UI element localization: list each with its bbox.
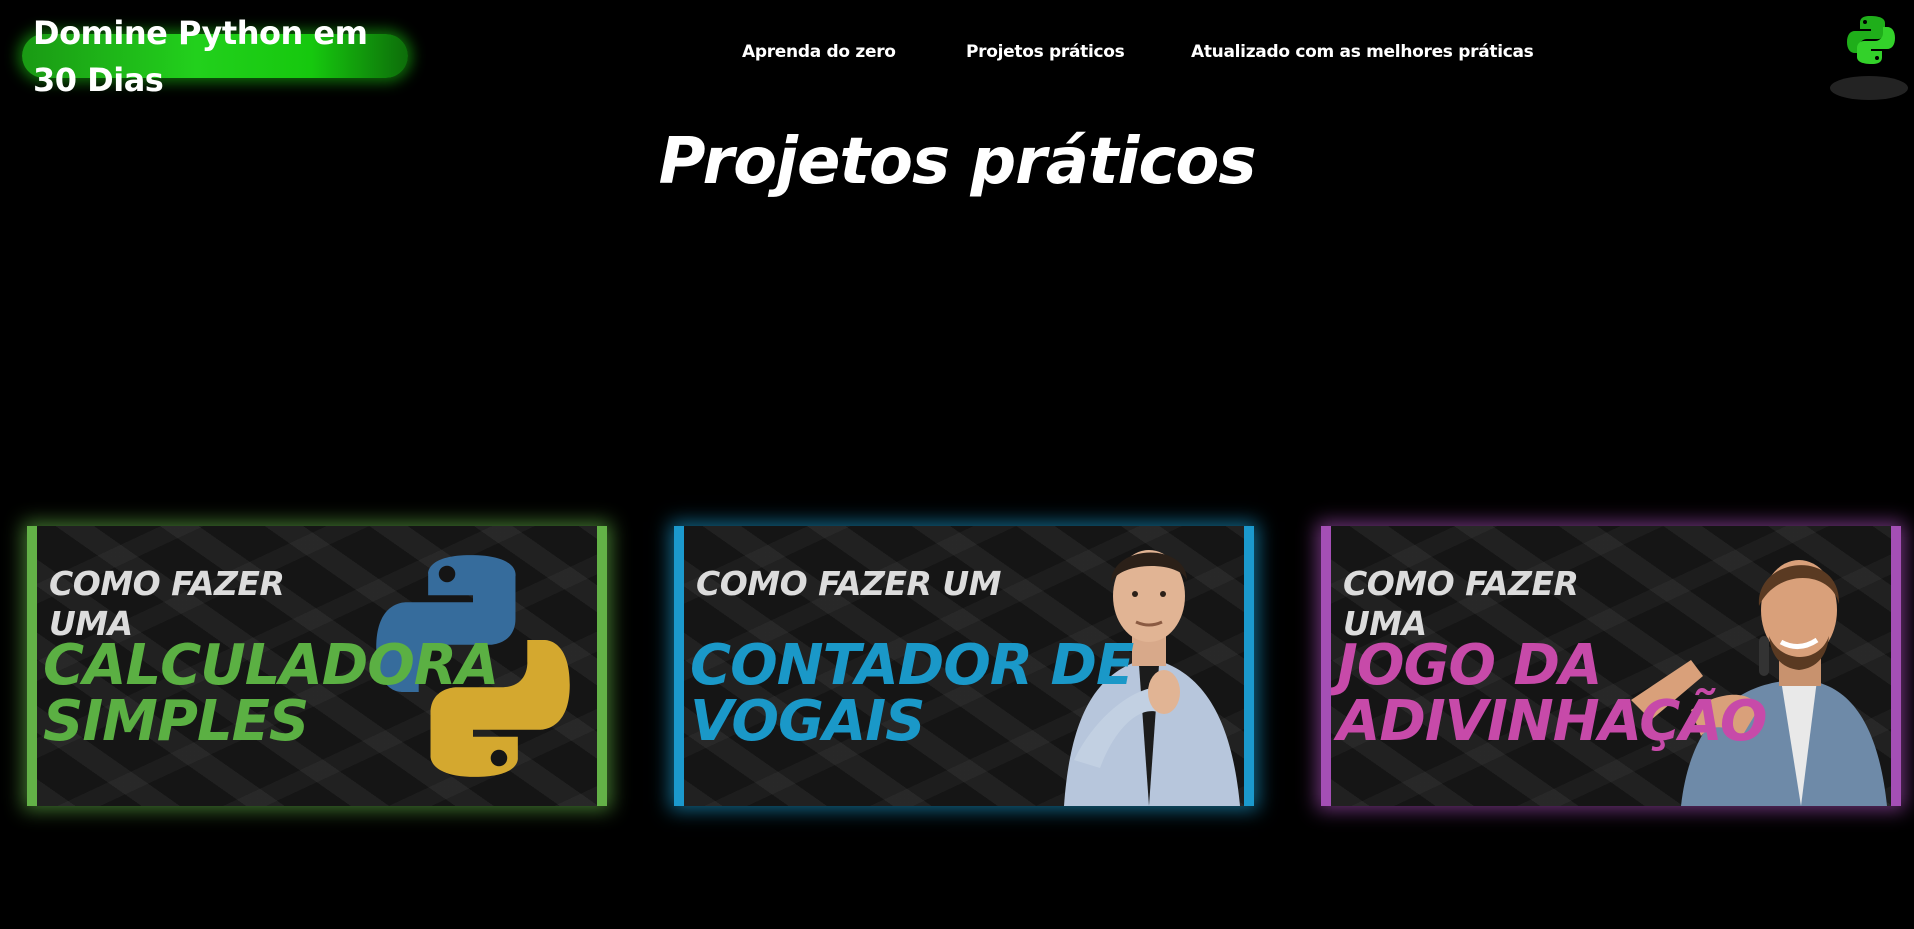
site-logo[interactable]: Domine Python em 30 Dias (22, 10, 412, 99)
project-card-contador[interactable]: COMO FAZER UM CONTADOR DE VOGAIS (674, 526, 1254, 806)
card-title: JOGO DA ADIVINHAÇÃO (1337, 633, 1768, 754)
nav-link-aprenda-do-zero[interactable]: Aprenda do zero (742, 42, 896, 62)
nav-link-projetos-praticos[interactable]: Projetos práticos (966, 42, 1125, 62)
project-card-jogo[interactable]: COMO FAZER UMA JOGO DA ADIVINHAÇÃO (1321, 526, 1901, 806)
brand-icon-shadow (1830, 76, 1908, 100)
card-title: CALCULADORA SIMPLES (43, 633, 499, 754)
card-prefix: COMO FAZER UMA (1343, 564, 1579, 643)
brand-icon-wrap[interactable] (1830, 14, 1910, 102)
python-logo-icon (1847, 16, 1895, 64)
logo-text: Domine Python em 30 Dias (33, 14, 368, 99)
nav-link-melhores-praticas[interactable]: Atualizado com as melhores práticas (1191, 42, 1534, 62)
project-card-calculadora[interactable]: COMO FAZER UMA CALCULADORA SIMPLES (27, 526, 607, 806)
section-title: Projetos práticos (658, 125, 1257, 199)
card-prefix: COMO FAZER UMA (49, 564, 285, 643)
card-prefix: COMO FAZER UM (696, 564, 1002, 603)
card-title: CONTADOR DE VOGAIS (690, 633, 1134, 754)
